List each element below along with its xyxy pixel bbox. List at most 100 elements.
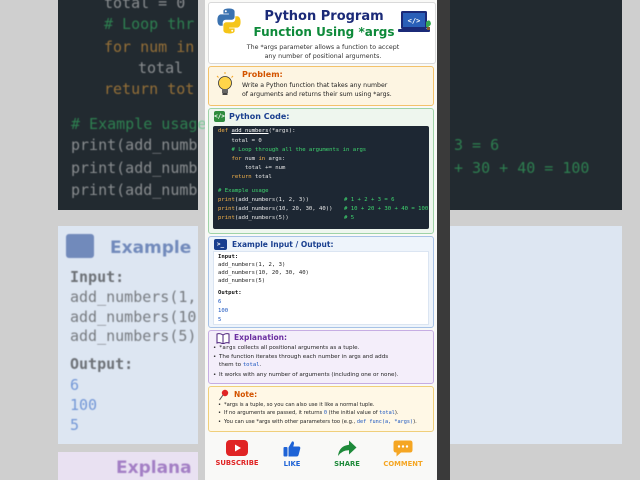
io-box: >_ Example Input / Output: Input: add_nu… bbox=[208, 236, 434, 328]
bg-code-line: # Example usage bbox=[71, 115, 207, 133]
code-box: </> Python Code: def add_numbers(*args):… bbox=[208, 108, 434, 234]
bg-input: add_numbers(5) bbox=[70, 327, 197, 345]
code-text: num bbox=[244, 156, 259, 162]
comment-bubble-icon bbox=[393, 440, 413, 457]
io-title: Example Input / Output: bbox=[232, 240, 334, 249]
bullet-text: You can use *args with other parameters … bbox=[224, 419, 357, 425]
code-comment: # 1 + 2 + 3 = 6 bbox=[344, 197, 395, 203]
comment-button[interactable]: COMMENT bbox=[378, 440, 428, 468]
bg-code-line: print(add_numb bbox=[71, 181, 198, 199]
description-line: any number of positional arguments. bbox=[264, 53, 382, 60]
inline-code: *args bbox=[219, 345, 236, 351]
page-subtitle: Function Using *args bbox=[253, 25, 395, 39]
code-keyword: print bbox=[218, 215, 235, 221]
bg-output: 5 bbox=[70, 416, 80, 434]
bg-code-line: # Loop thr bbox=[104, 15, 195, 33]
output-line: 6 bbox=[218, 299, 222, 305]
bg-code-line: + 30 + 40 = 100 bbox=[454, 159, 590, 177]
note-title: Note: bbox=[234, 390, 258, 399]
code-line: print(add_numbers(5)) bbox=[218, 215, 289, 222]
code-comment: # 10 + 20 + 30 + 40 = 100 bbox=[344, 206, 429, 212]
bg-input-label: Input: bbox=[70, 268, 125, 286]
explanation-bullet-continued: them to total. bbox=[219, 361, 261, 369]
note-bullet: If no arguments are passed, it returns 0… bbox=[218, 409, 429, 417]
code-text: (add_numbers(1, 2, 3)) bbox=[234, 197, 309, 203]
code-function-name: add_numbers bbox=[231, 128, 269, 134]
background-io-panel: Example Input: add_numbers(1, add_number… bbox=[58, 226, 198, 444]
code-line: return total bbox=[218, 174, 272, 181]
bullet-text: them to bbox=[219, 362, 243, 368]
inline-code: total bbox=[379, 410, 395, 416]
code-keyword: return bbox=[218, 174, 256, 180]
code-text: total bbox=[255, 174, 272, 180]
code-line: for num in args: bbox=[218, 156, 286, 163]
content-card: Python Program Function Using *args </> … bbox=[205, 0, 437, 480]
subscribe-label: SUBSCRIBE bbox=[215, 459, 259, 467]
description-line: The *args parameter allows a function to… bbox=[246, 44, 400, 51]
action-bar: SUBSCRIBE LIKE SHARE COMMENT bbox=[205, 436, 437, 480]
code-line: print(add_numbers(1, 2, 3)) bbox=[218, 197, 309, 204]
code-comment: # Loop through all the arguments in args bbox=[218, 147, 367, 153]
note-bullet: *args is a tuple, so you can also use it… bbox=[218, 401, 429, 409]
svg-text:</>: </> bbox=[408, 17, 421, 25]
bg-code-line: total = 0 bbox=[104, 0, 186, 12]
input-line: add_numbers(5) bbox=[218, 278, 266, 284]
bg-code-line: for num in bbox=[104, 38, 195, 56]
code-block: def add_numbers(*args): total = 0 # Loop… bbox=[213, 126, 429, 229]
problem-line: of arguments and returns their sum using… bbox=[242, 91, 392, 98]
thumbs-up-icon bbox=[283, 441, 301, 457]
output-line: 5 bbox=[218, 317, 222, 323]
bg-input: add_numbers(1, bbox=[70, 288, 197, 306]
code-line: total = 0 bbox=[218, 138, 262, 144]
code-line: print(add_numbers(10, 20, 30, 40)) bbox=[218, 206, 333, 213]
pushpin-icon bbox=[219, 389, 229, 401]
share-button[interactable]: SHARE bbox=[322, 440, 372, 468]
code-line: def add_numbers(*args): bbox=[218, 128, 296, 135]
bg-input: add_numbers(10 bbox=[70, 308, 197, 326]
comment-label: COMMENT bbox=[383, 460, 423, 468]
inline-code: total bbox=[242, 362, 260, 368]
problem-line: Write a Python function that takes any n… bbox=[242, 82, 388, 89]
background-io-panel-right bbox=[450, 226, 622, 444]
bg-io-icon bbox=[66, 234, 94, 258]
code-text: (*args): bbox=[268, 128, 296, 134]
problem-title: Problem: bbox=[242, 70, 283, 79]
share-arrow-icon bbox=[338, 440, 357, 456]
bg-panel-title: Example bbox=[110, 238, 192, 258]
note-box: Note: *args is a tuple, so you can also … bbox=[208, 386, 434, 432]
code-comment: # 5 bbox=[344, 215, 355, 221]
background-code-left: total = 0 # Loop thr for num in total re… bbox=[58, 0, 206, 210]
code-text: (add_numbers(5)) bbox=[234, 215, 289, 221]
explanation-bullet: It works with any number of arguments (i… bbox=[213, 371, 424, 379]
lightbulb-icon bbox=[216, 72, 234, 95]
explanation-bullet: *args collects all positional arguments … bbox=[213, 344, 424, 352]
explanation-bullet: The function iterates through each numbe… bbox=[213, 353, 424, 361]
input-label: Input: bbox=[218, 254, 239, 260]
code-keyword: in bbox=[258, 156, 269, 162]
code-line: total += num bbox=[218, 165, 286, 171]
code-keyword: print bbox=[218, 197, 235, 203]
bg-output-label: Output: bbox=[70, 355, 134, 373]
code-keyword: def bbox=[218, 128, 232, 134]
bg-code-line: print(add_numb bbox=[71, 136, 198, 154]
bg-panel2-title: Explana bbox=[116, 458, 192, 478]
bullet-text: (the initial value of bbox=[327, 410, 380, 416]
output-label: Output: bbox=[218, 290, 242, 296]
code-keyword: for bbox=[218, 156, 245, 162]
bullet-text: . bbox=[259, 362, 262, 368]
bg-output: 100 bbox=[70, 396, 98, 414]
bg-output: 6 bbox=[70, 376, 80, 394]
code-comment: # Example usage bbox=[218, 188, 269, 194]
like-label: LIKE bbox=[283, 460, 301, 468]
code-text: args: bbox=[268, 156, 286, 162]
problem-box: Problem: Write a Python function that ta… bbox=[208, 66, 434, 106]
code-text: (add_numbers(10, 20, 30, 40)) bbox=[234, 206, 333, 212]
subscribe-button[interactable]: SUBSCRIBE bbox=[212, 440, 262, 467]
like-button[interactable]: LIKE bbox=[267, 440, 317, 468]
page-title: Python Program bbox=[264, 9, 384, 24]
python-logo-icon bbox=[217, 8, 241, 34]
book-icon bbox=[216, 333, 230, 344]
problem-text: Write a Python function that takes any n… bbox=[242, 81, 428, 99]
bullet-text: ). bbox=[394, 410, 399, 416]
note-bullet: You can use *args with other parameters … bbox=[218, 418, 429, 426]
